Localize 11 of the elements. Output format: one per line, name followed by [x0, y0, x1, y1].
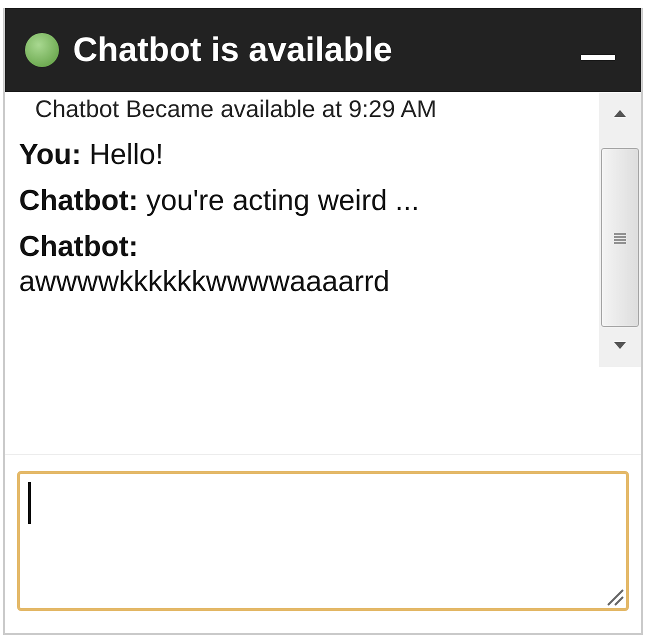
chat-message: Chatbot: you're acting weird ... [19, 184, 420, 218]
scrollbar[interactable] [599, 92, 641, 367]
chat-message: You: Hello! [19, 138, 164, 172]
window-title: Chatbot is available [73, 30, 394, 70]
scroll-up-icon[interactable] [612, 108, 628, 118]
chat-message: Chatbot: awwwwkkkkkkwwwwaaaarrd [19, 230, 391, 299]
scroll-down-icon[interactable] [612, 341, 628, 351]
scroll-thumb[interactable] [601, 148, 639, 327]
message-input[interactable] [17, 471, 629, 611]
status-notice: Chatbot Became available at 9:29 AM [34, 96, 438, 124]
status-icon [25, 33, 59, 67]
